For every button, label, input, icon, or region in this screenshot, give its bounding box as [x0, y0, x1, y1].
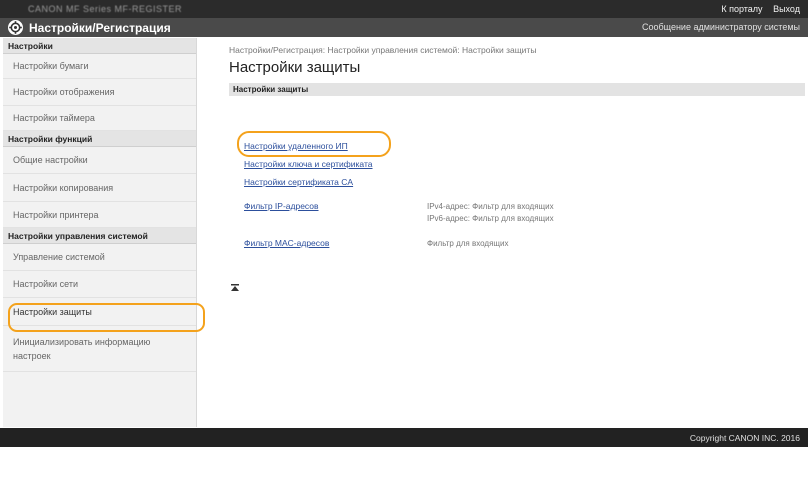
- app-title: Настройки/Регистрация: [29, 21, 171, 35]
- breadcrumb: Настройки/Регистрация: Настройки управле…: [229, 45, 537, 55]
- mac-address-filter-link[interactable]: Фильтр MAC-адресов: [244, 238, 329, 248]
- page-title: Настройки защиты: [229, 59, 361, 76]
- sidebar-item-network[interactable]: Настройки сети: [3, 271, 196, 298]
- ca-certificate-settings-link[interactable]: Настройки сертификата CA: [244, 177, 353, 187]
- back-to-portal-link[interactable]: К порталу: [721, 4, 762, 14]
- mac-filter-desc: Фильтр для входящих: [427, 239, 509, 248]
- sidebar-item-system-management[interactable]: Управление системой: [3, 244, 196, 271]
- ipv4-filter-desc: IPv4-адрес: Фильтр для входящих: [427, 202, 554, 211]
- sidebar-section-functions: Настройки функций: [3, 131, 196, 147]
- admin-message-link[interactable]: Сообщение администратору системы: [642, 22, 800, 32]
- footer: Copyright CANON INC. 2016: [0, 428, 808, 447]
- sidebar-item-copy[interactable]: Настройки копирования: [3, 174, 196, 202]
- sidebar-item-general[interactable]: Общие настройки: [3, 147, 196, 174]
- sidebar-item-security[interactable]: Настройки защиты: [3, 298, 205, 332]
- top-links: К порталу Выход: [713, 4, 800, 14]
- top-bar: CANON MF Series MF-REGISTER К порталу Вы…: [0, 0, 808, 18]
- sidebar-section-settings: Настройки: [3, 38, 196, 54]
- security-item-highlight: [8, 303, 205, 332]
- copyright-text: Copyright CANON INC. 2016: [689, 433, 800, 443]
- remote-ui-link-highlight: [237, 131, 391, 157]
- ipv6-filter-desc: IPv6-адрес: Фильтр для входящих: [427, 214, 554, 223]
- app-header: Настройки/Регистрация Сообщение админист…: [0, 18, 808, 37]
- to-top-icon[interactable]: [231, 279, 239, 291]
- sidebar: Настройки Настройки бумаги Настройки ото…: [3, 38, 205, 427]
- section-header: Настройки защиты: [229, 83, 805, 96]
- sidebar-item-display[interactable]: Настройки отображения: [3, 79, 196, 106]
- sidebar-section-system: Настройки управления системой: [3, 228, 196, 244]
- key-certificate-settings-link[interactable]: Настройки ключа и сертификата: [244, 159, 373, 169]
- sidebar-item-timer[interactable]: Настройки таймера: [3, 106, 196, 131]
- product-name: CANON MF Series MF-REGISTER: [28, 4, 183, 14]
- sidebar-item-initialize[interactable]: Инициализировать информацию настроек: [3, 326, 196, 372]
- ip-address-filter-link[interactable]: Фильтр IP-адресов: [244, 201, 319, 211]
- logout-link[interactable]: Выход: [773, 4, 800, 14]
- sidebar-item-printer[interactable]: Настройки принтера: [3, 202, 196, 228]
- sidebar-item-paper[interactable]: Настройки бумаги: [3, 54, 196, 79]
- settings-gear-icon: [8, 20, 23, 35]
